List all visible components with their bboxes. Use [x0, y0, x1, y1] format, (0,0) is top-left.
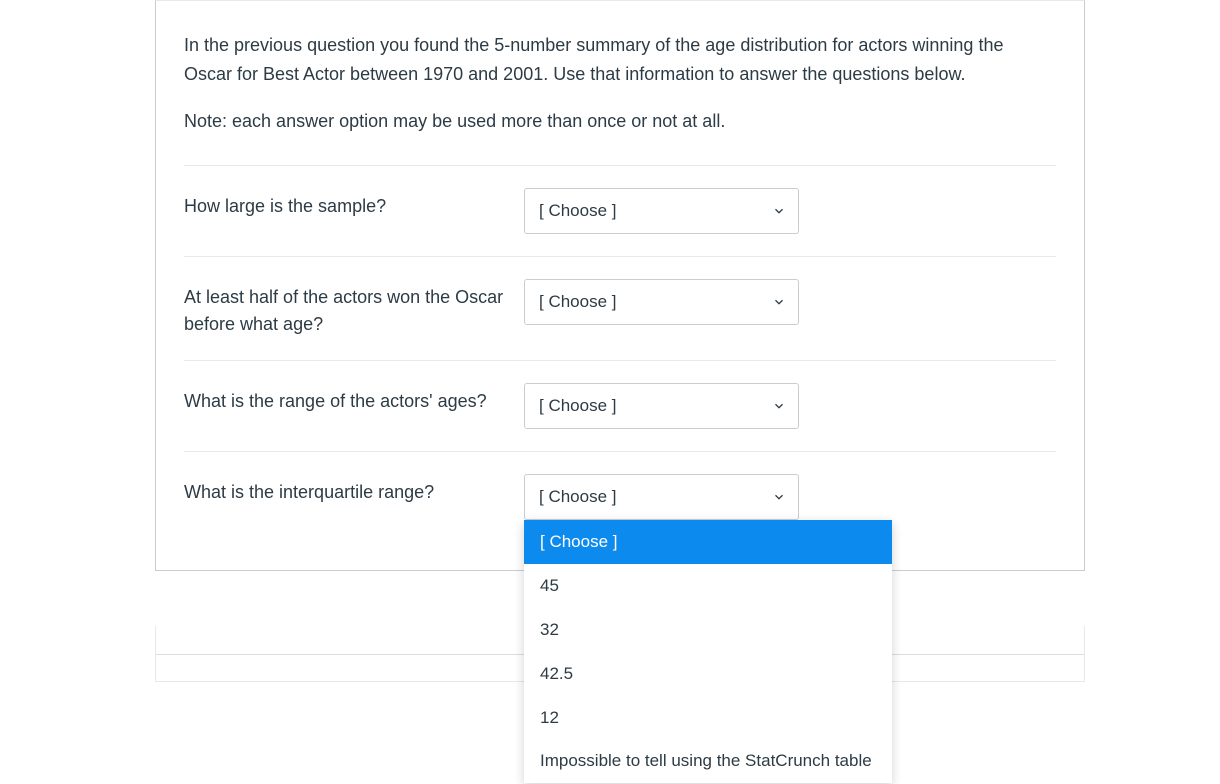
match-row: At least half of the actors won the Osca…: [184, 256, 1056, 360]
dropdown-option-42-5[interactable]: 42.5: [524, 652, 892, 696]
select-value: [ Choose ]: [539, 292, 617, 312]
match-label-half-age: At least half of the actors won the Osca…: [184, 279, 524, 338]
match-label-range: What is the range of the actors' ages?: [184, 383, 524, 415]
chevron-down-icon: [772, 490, 786, 504]
select-box[interactable]: [ Choose ]: [524, 474, 799, 520]
select-range[interactable]: [ Choose ]: [524, 383, 799, 429]
select-sample-size[interactable]: [ Choose ]: [524, 188, 799, 234]
match-row: What is the range of the actors' ages? […: [184, 360, 1056, 451]
select-value: [ Choose ]: [539, 487, 617, 507]
select-box[interactable]: [ Choose ]: [524, 383, 799, 429]
dropdown-option-12[interactable]: 12: [524, 696, 892, 740]
match-label-sample-size: How large is the sample?: [184, 188, 524, 220]
question-note: Note: each answer option may be used mor…: [184, 107, 1056, 136]
select-iqr[interactable]: [ Choose ] [ Choose ] 45 32 42.5 12 Impo…: [524, 474, 799, 520]
select-value: [ Choose ]: [539, 396, 617, 416]
select-box[interactable]: [ Choose ]: [524, 279, 799, 325]
match-row: How large is the sample? [ Choose ]: [184, 165, 1056, 256]
dropdown-list: [ Choose ] 45 32 42.5 12 Impossible to t…: [524, 520, 892, 783]
chevron-down-icon: [772, 204, 786, 218]
chevron-down-icon: [772, 399, 786, 413]
question-prompt: In the previous question you found the 5…: [184, 31, 1056, 89]
dropdown-option-impossible[interactable]: Impossible to tell using the StatCrunch …: [524, 739, 892, 783]
dropdown-option-32[interactable]: 32: [524, 608, 892, 652]
dropdown-option-choose[interactable]: [ Choose ]: [524, 520, 892, 564]
match-row: What is the interquartile range? [ Choos…: [184, 451, 1056, 520]
select-box[interactable]: [ Choose ]: [524, 188, 799, 234]
select-half-age[interactable]: [ Choose ]: [524, 279, 799, 325]
dropdown-option-45[interactable]: 45: [524, 564, 892, 608]
match-label-iqr: What is the interquartile range?: [184, 474, 524, 506]
chevron-down-icon: [772, 295, 786, 309]
question-container: In the previous question you found the 5…: [155, 0, 1085, 571]
select-value: [ Choose ]: [539, 201, 617, 221]
